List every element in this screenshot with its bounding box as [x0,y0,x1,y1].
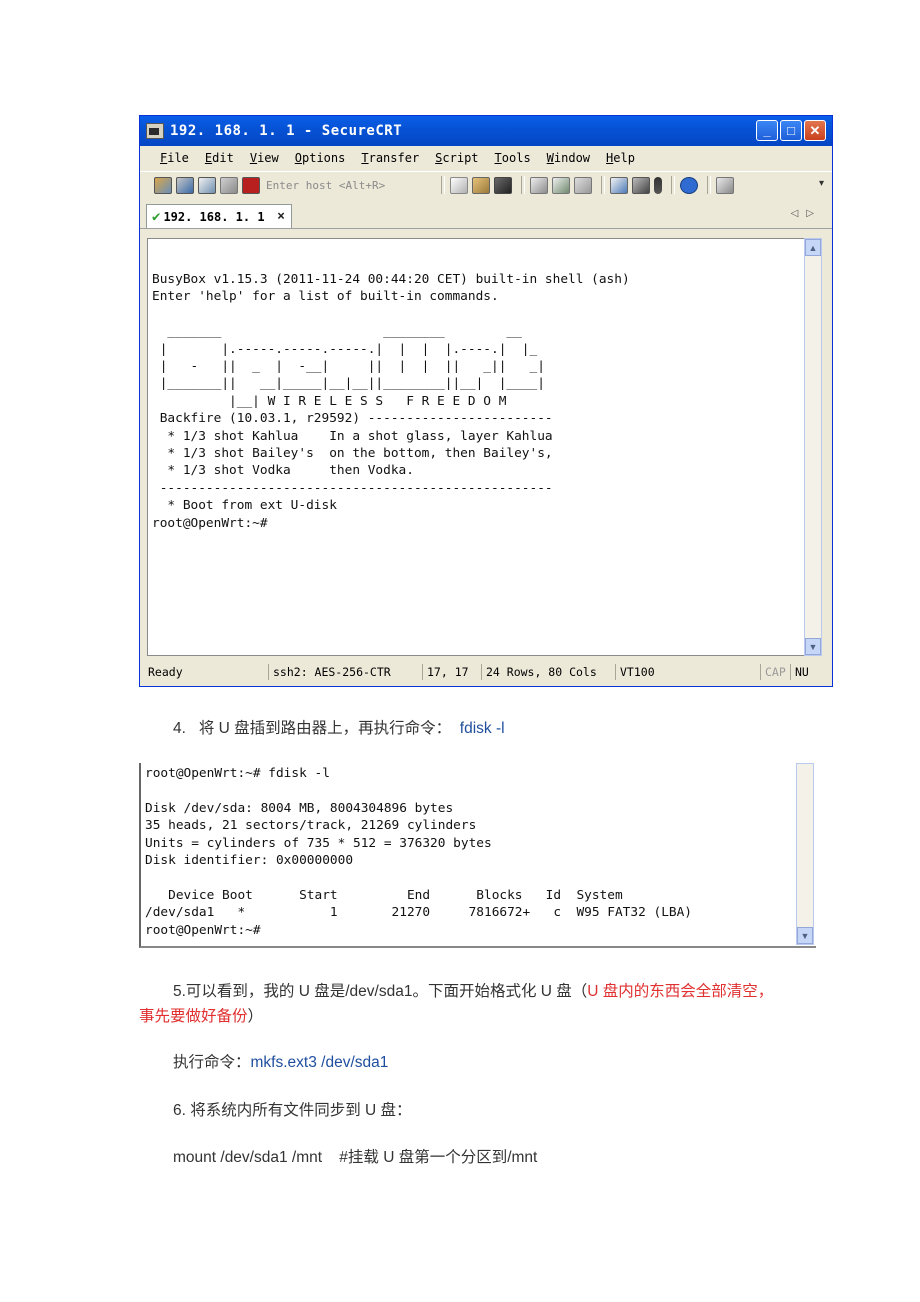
menu-bar: File Edit View Options Transfer Script T… [140,146,832,170]
step-5-text: 5.可以看到，我的 U 盘是/dev/sda1。下面开始格式化 U 盘（ [173,983,588,1000]
step-5-line-1: 5.可以看到，我的 U 盘是/dev/sda1。下面开始格式化 U 盘（U 盘内… [173,979,773,1001]
scroll-down-icon[interactable]: ▼ [805,638,821,655]
step-5-line-2: 事先要做好备份） [139,1004,263,1026]
window-title: 192. 168. 1. 1 - SecureCRT [170,123,403,139]
disconnect-icon[interactable] [242,176,260,194]
tab-session[interactable]: ✔ 192. 168. 1. 1 × [146,204,292,228]
reconnect-icon[interactable] [220,176,238,194]
exec-label: 执行命令： [173,1054,251,1071]
scroll-down-icon: ▼ [797,927,813,944]
enter-host-field[interactable]: Enter host <Alt+R> [264,176,436,194]
paste-icon[interactable] [472,176,490,194]
print-selection-icon[interactable] [552,176,570,194]
exec-command: mkfs.ext3 /dev/sda1 [250,1054,389,1071]
session-options-icon[interactable] [610,176,628,194]
keymap-icon[interactable] [716,176,734,194]
toolbar-separator [671,176,675,194]
find-icon[interactable] [494,176,512,194]
toolbar: Enter host <Alt+R> ▾ [140,171,832,198]
step-5-close-paren: ） [247,1008,264,1025]
close-tab-icon[interactable]: × [277,209,285,224]
menu-help[interactable]: Help [606,151,635,165]
status-terminal-size: 24 Rows, 80 Cols [481,664,597,680]
tab-scroll-arrows-icon[interactable]: ◁▷ [791,208,822,219]
status-cipher: ssh2: AES-256-CTR [268,664,391,680]
mount-command-line: mount /dev/sda1 /mnt #挂载 U 盘第一个分区到/mnt [173,1149,538,1166]
help-icon[interactable] [680,176,698,194]
status-caps-lock: CAP [760,664,786,680]
key-icon[interactable] [654,176,662,194]
toolbar-overflow-icon[interactable]: ▾ [819,178,824,189]
connected-check-icon: ✔ [152,208,161,225]
maximize-button[interactable]: □ [780,120,802,141]
terminal-screen[interactable]: BusyBox v1.15.3 (2011-11-24 00:44:20 CET… [147,238,811,656]
status-num-lock: NU [790,664,809,680]
securecrt-window: 192. 168. 1. 1 - SecureCRT _ □ ✕ File Ed… [139,115,833,687]
close-button[interactable]: ✕ [804,120,826,141]
menu-window[interactable]: Window [547,151,590,165]
status-ready: Ready [148,665,183,679]
step-4-text: 将 U 盘插到路由器上，再执行命令： [198,720,452,737]
menu-tools[interactable]: Tools [495,151,531,165]
status-bar: Ready ssh2: AES-256-CTR 17, 17 24 Rows, … [140,661,832,683]
connect-icon[interactable] [154,176,172,194]
menu-options[interactable]: Options [295,151,346,165]
menu-view[interactable]: View [250,151,279,165]
status-emulation: VT100 [615,664,655,680]
terminal-output: BusyBox v1.15.3 (2011-11-24 00:44:20 CET… [152,272,630,531]
scroll-up-icon[interactable]: ▲ [805,239,821,256]
print-icon[interactable] [530,176,548,194]
printer-icon[interactable] [574,176,592,194]
session-tab-bar: ✔ 192. 168. 1. 1 × ◁▷ [140,200,832,229]
quick-connect-icon[interactable] [176,176,194,194]
copy-icon[interactable] [450,176,468,194]
step-4-paragraph: 4. 将 U 盘插到路由器上，再执行命令： fdisk -l [173,716,505,738]
terminal-scrollbar[interactable]: ▲ ▼ [804,238,822,656]
status-cursor-position: 17, 17 [422,664,469,680]
step-6-paragraph: 6. 将系统内所有文件同步到 U 盘： [173,1102,412,1119]
toolbar-separator [441,176,445,194]
fdisk-output: root@OpenWrt:~# fdisk -l Disk /dev/sda: … [145,766,693,938]
menu-transfer[interactable]: Transfer [361,151,419,165]
step-4-command: fdisk -l [459,720,505,737]
minimize-button[interactable]: _ [756,120,778,141]
title-bar[interactable]: 192. 168. 1. 1 - SecureCRT _ □ ✕ [140,116,832,146]
menu-edit[interactable]: Edit [205,151,234,165]
global-options-icon[interactable] [632,176,650,194]
step-4-number: 4. [173,720,186,737]
step-5-warning-cont: 事先要做好备份 [139,1008,248,1025]
menu-file[interactable]: File [160,151,189,165]
toolbar-separator [521,176,525,194]
menu-script[interactable]: Script [435,151,478,165]
securecrt-app-icon [146,123,164,139]
exec-command-line: 执行命令：mkfs.ext3 /dev/sda1 [173,1050,388,1072]
toolbar-separator [707,176,711,194]
toolbar-separator [601,176,605,194]
fdisk-terminal-screenshot: root@OpenWrt:~# fdisk -l Disk /dev/sda: … [139,763,816,948]
fdisk-scrollbar: ▼ [796,763,814,945]
step-5-warning: U 盘内的东西会全部清空， [587,983,774,1000]
connect-in-tab-icon[interactable] [198,176,216,194]
tab-label: 192. 168. 1. 1 [163,209,265,224]
